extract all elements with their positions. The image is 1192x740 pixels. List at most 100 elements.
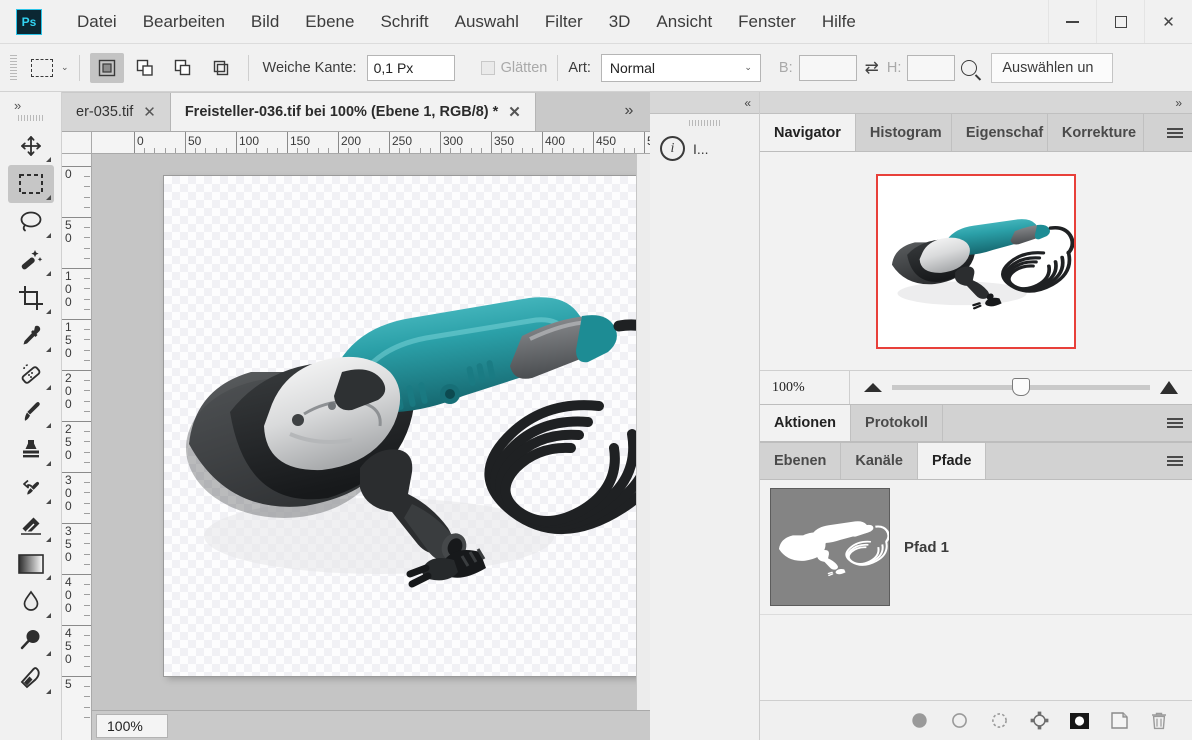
new-path-icon[interactable] bbox=[1108, 710, 1130, 732]
move-tool[interactable] bbox=[8, 127, 54, 165]
select-and-mask-button[interactable]: Auswählen un bbox=[991, 53, 1113, 83]
close-button[interactable]: ✕ bbox=[1144, 0, 1192, 43]
chevron-down-icon[interactable]: ⌄ bbox=[61, 62, 69, 73]
tab-navigator[interactable]: Navigator bbox=[760, 114, 856, 151]
add-layer-mask-icon[interactable] bbox=[1068, 710, 1090, 732]
dock-panels: » Navigator Histogram Eigenschaf Korrekt… bbox=[760, 92, 1192, 740]
menu-item-3d[interactable]: 3D bbox=[596, 8, 644, 36]
navigator-view-box[interactable] bbox=[876, 174, 1076, 349]
gradient-tool[interactable] bbox=[8, 545, 54, 583]
document-tabs-overflow[interactable]: » bbox=[608, 92, 650, 130]
width-input[interactable] bbox=[799, 55, 857, 81]
height-input[interactable] bbox=[907, 55, 955, 81]
menu-item-filter[interactable]: Filter bbox=[532, 8, 596, 36]
tab-pfade[interactable]: Pfade bbox=[918, 443, 987, 479]
tab-protokoll[interactable]: Protokoll bbox=[851, 405, 943, 441]
panel-menu-icon[interactable] bbox=[1158, 443, 1192, 479]
canvas-vertical-scrollbar[interactable] bbox=[636, 154, 650, 710]
artboard[interactable] bbox=[164, 176, 636, 676]
style-select[interactable]: Normal ⌄ bbox=[601, 54, 761, 82]
menu-item-fenster[interactable]: Fenster bbox=[725, 8, 809, 36]
maximize-button[interactable] bbox=[1096, 0, 1144, 43]
document-tab-1[interactable]: Freisteller-036.tif bei 100% (Ebene 1, R… bbox=[171, 93, 536, 131]
document-tab-0[interactable]: er-035.tif ✕ bbox=[62, 93, 171, 131]
blur-tool[interactable] bbox=[8, 583, 54, 621]
new-selection-button[interactable] bbox=[90, 53, 124, 83]
menu-item-ebene[interactable]: Ebene bbox=[292, 8, 367, 36]
menu-item-bearbeiten[interactable]: Bearbeiten bbox=[130, 8, 238, 36]
spot-healing-brush-tool[interactable] bbox=[8, 355, 54, 393]
panel-menu-icon[interactable] bbox=[1158, 405, 1192, 441]
magic-wand-tool[interactable] bbox=[8, 241, 54, 279]
tab-kanaele[interactable]: Kanäle bbox=[841, 443, 918, 479]
close-icon[interactable]: ✕ bbox=[143, 103, 156, 121]
status-zoom-level[interactable]: 100% bbox=[96, 714, 168, 738]
pen-tool[interactable] bbox=[8, 659, 54, 697]
make-work-path-icon[interactable] bbox=[1028, 710, 1050, 732]
eyedropper-tool[interactable] bbox=[8, 317, 54, 355]
menu-item-ansicht[interactable]: Ansicht bbox=[643, 8, 725, 36]
delete-path-icon[interactable] bbox=[1148, 710, 1170, 732]
collapse-dock-button[interactable]: « bbox=[650, 92, 759, 114]
tab-korrekturen[interactable]: Korrekture bbox=[1048, 114, 1144, 151]
menu-item-schrift[interactable]: Schrift bbox=[367, 8, 441, 36]
feather-input[interactable]: 0,1 Px bbox=[367, 55, 455, 81]
search-icon[interactable] bbox=[961, 60, 977, 76]
dodge-tool[interactable] bbox=[8, 621, 54, 659]
tab-strip-filler bbox=[943, 405, 1158, 441]
ruler-minor-tick bbox=[84, 615, 90, 616]
canvas-scroll-area[interactable] bbox=[92, 154, 636, 710]
menu-item-hilfe[interactable]: Hilfe bbox=[809, 8, 869, 36]
tool-flyout-indicator bbox=[46, 461, 51, 466]
path-thumbnail[interactable] bbox=[770, 488, 890, 606]
ruler-minor-tick bbox=[84, 696, 90, 697]
active-tool-preview[interactable]: ⌄ bbox=[23, 59, 69, 77]
add-to-selection-icon bbox=[135, 58, 155, 78]
menu-item-datei[interactable]: Datei bbox=[64, 8, 130, 36]
tool-flyout-indicator bbox=[46, 309, 51, 314]
clone-stamp-tool[interactable] bbox=[8, 431, 54, 469]
tools-expand-toggle[interactable]: » bbox=[14, 98, 21, 113]
path-list-item[interactable]: Pfad 1 bbox=[760, 480, 1192, 615]
spot-healing-brush-tool-icon bbox=[18, 361, 44, 387]
history-brush-tool[interactable] bbox=[8, 469, 54, 507]
navigator-zoom-knob[interactable] bbox=[1012, 378, 1030, 396]
info-panel-collapsed[interactable]: i I... bbox=[650, 130, 759, 167]
navigator-preview[interactable] bbox=[760, 152, 1192, 370]
close-icon[interactable]: ✕ bbox=[508, 103, 521, 121]
tab-aktionen[interactable]: Aktionen bbox=[760, 405, 851, 441]
brush-tool[interactable] bbox=[8, 393, 54, 431]
minimize-button[interactable] bbox=[1048, 0, 1096, 43]
rectangular-marquee-tool[interactable] bbox=[8, 165, 54, 203]
ruler-minor-tick bbox=[84, 635, 90, 636]
stroke-path-icon[interactable] bbox=[948, 710, 970, 732]
navigator-zoom-value[interactable]: 100% bbox=[760, 371, 850, 404]
navigator-zoom-slider[interactable] bbox=[892, 385, 1150, 390]
small-mountain-icon[interactable] bbox=[864, 383, 882, 392]
eraser-tool-icon bbox=[18, 513, 44, 539]
menu-item-auswahl[interactable]: Auswahl bbox=[442, 8, 532, 36]
eraser-tool[interactable] bbox=[8, 507, 54, 545]
tab-ebenen[interactable]: Ebenen bbox=[760, 443, 841, 479]
lasso-tool[interactable] bbox=[8, 203, 54, 241]
vertical-ruler[interactable]: 0501001502002503003504004505 bbox=[62, 154, 92, 740]
swap-dimensions-icon[interactable]: ⇄ bbox=[865, 58, 879, 78]
load-path-as-selection-icon[interactable] bbox=[988, 710, 1010, 732]
add-to-selection-button[interactable] bbox=[128, 53, 162, 83]
tools-panel-grip[interactable] bbox=[18, 115, 44, 121]
crop-tool[interactable] bbox=[8, 279, 54, 317]
fill-path-icon[interactable] bbox=[908, 710, 930, 732]
subtract-from-selection-button[interactable] bbox=[166, 53, 200, 83]
tab-histogramm[interactable]: Histogram bbox=[856, 114, 952, 151]
horizontal-ruler[interactable]: 05010015020025030035040045050 bbox=[92, 132, 650, 154]
tab-eigenschaften[interactable]: Eigenschaf bbox=[952, 114, 1048, 151]
dock-expand-button[interactable]: » bbox=[760, 92, 1192, 114]
collapsed-panel-grip[interactable] bbox=[689, 120, 721, 126]
ruler-minor-tick bbox=[84, 441, 90, 442]
menu-item-bild[interactable]: Bild bbox=[238, 8, 292, 36]
options-bar-grip[interactable] bbox=[10, 55, 17, 81]
intersect-selection-button[interactable] bbox=[204, 53, 238, 83]
large-mountain-icon[interactable] bbox=[1160, 381, 1178, 394]
antialias-checkbox[interactable]: Glätten bbox=[481, 60, 548, 76]
panel-menu-icon[interactable] bbox=[1158, 114, 1192, 151]
